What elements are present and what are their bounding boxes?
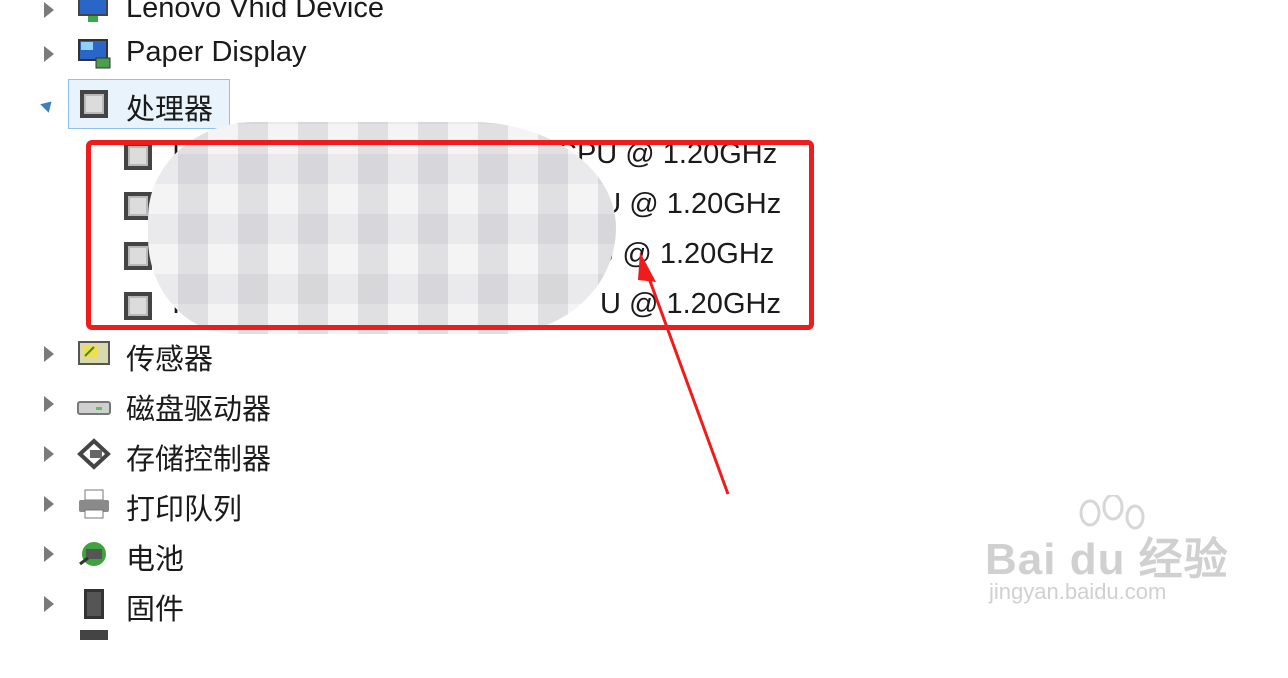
watermark-brand: Bai du 经验	[985, 535, 1229, 584]
watermark-site: jingyan.baidu.com	[989, 579, 1167, 604]
watermark: Bai du 经验 jingyan.baidu.com	[985, 495, 1235, 615]
